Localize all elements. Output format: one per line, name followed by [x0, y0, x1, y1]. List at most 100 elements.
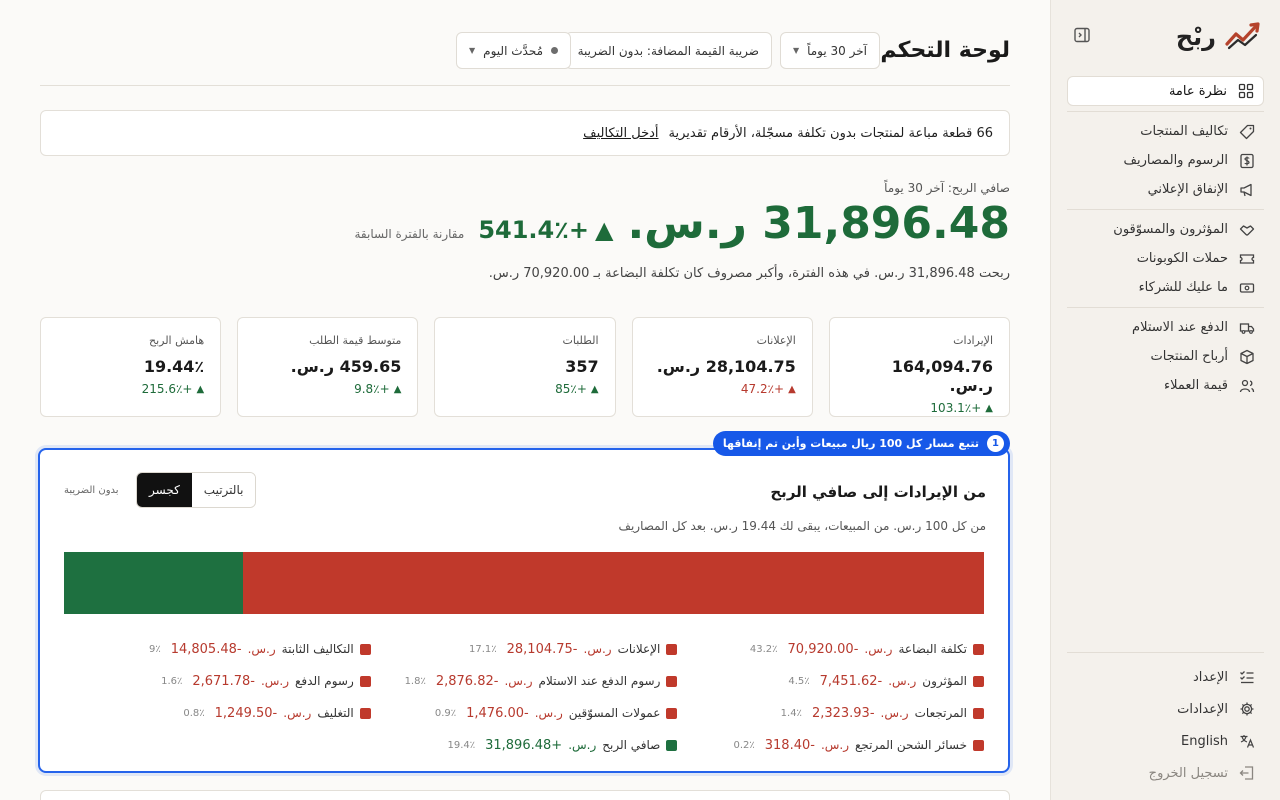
legend-value: -2,671.78	[192, 673, 255, 689]
nav-divider	[1067, 209, 1264, 210]
vat-label: ضريبة القيمة المضافة: بدون الضريبة	[577, 43, 759, 58]
tax-note: بدون الضريبة	[64, 485, 119, 496]
sidebar-bottom-item[interactable]: تسجيل الخروج	[1067, 757, 1264, 789]
vat-select[interactable]: ضريبة القيمة المضافة: بدون الضريبة	[564, 32, 772, 69]
legend-item[interactable]: الإعلانات ر.س. -28,104.75 17.1٪	[371, 642, 678, 657]
sidebar-item[interactable]: قيمة العملاء	[1067, 371, 1264, 400]
missing-costs-notice: 66 قطعة مباعة لمنتجات بدون تكلفة مسجّلة،…	[40, 110, 1010, 156]
revenue-split-bar	[64, 552, 984, 614]
chevron-down-icon: ▼	[469, 46, 476, 55]
notice-text: 66 قطعة مباعة لمنتجات بدون تكلفة مسجّلة،…	[668, 125, 993, 141]
kpi-card[interactable]: الإيرادات 164,094.76 ر.س. ▲ +103.1٪	[828, 317, 1010, 417]
bar-segment[interactable]	[64, 552, 243, 614]
net-profit-value: 31,896.48 ر.س.	[627, 198, 1010, 249]
enter-costs-link[interactable]: أدخل التكاليف	[583, 126, 658, 141]
view-toggle: بالترتيب كجسر	[136, 472, 257, 508]
tour-step-badge[interactable]: 1 تتبع مسار كل 100 ريال مبيعات وأين تم إ…	[712, 431, 1010, 456]
legend-swatch	[666, 707, 678, 719]
net-profit-row: 31,896.48 ر.س. ▲ +541.4٪ مقارنة بالفترة …	[355, 198, 1011, 249]
sidebar-item[interactable]: تكاليف المنتجات	[1067, 117, 1264, 146]
sidebar-nav: نظرة عامة تكاليف المنتجات الرسوم والمصاريف…	[1067, 76, 1264, 400]
legend-currency: ر.س.	[820, 738, 850, 752]
collapse-sidebar-icon[interactable]	[1071, 26, 1091, 46]
dollar-icon	[1238, 152, 1256, 170]
legend-item[interactable]: التغليف ر.س. -1,249.50 0.8٪	[64, 706, 371, 721]
legend-currency: ر.س.	[247, 642, 276, 656]
sidebar-bottom-item[interactable]: English	[1067, 725, 1264, 757]
legend-swatch	[666, 739, 678, 751]
top-bar: لوحة التحكم آخر 30 يوماً ▼ ضريبة القيمة …	[40, 32, 1010, 86]
logout-icon	[1238, 764, 1256, 782]
logo-chart-icon	[1224, 20, 1264, 54]
legend-item[interactable]: عمولات المسوّقين ر.س. -1,476.00 0.9٪	[371, 706, 678, 721]
card-subtitle: من كل 100 ر.س. من المبيعات، يبقى لك 19.4…	[618, 519, 986, 533]
legend-item[interactable]: رسوم الدفع ر.س. -2,671.78 1.6٪	[64, 674, 371, 689]
legend-percent: 0.2٪	[733, 739, 755, 751]
toggle-bridge-button[interactable]: كجسر	[137, 473, 192, 507]
sidebar-item[interactable]: الإنفاق الإعلاني	[1067, 175, 1264, 204]
legend-item[interactable]: صافي الربح ر.س. +31,896.48 19.4٪	[371, 738, 678, 753]
legend-percent: 19.4٪	[447, 739, 476, 751]
updated-label: مُحدَّث اليوم	[483, 43, 543, 58]
legend-currency: ر.س.	[864, 642, 893, 656]
sidebar-item[interactable]: نظرة عامة	[1067, 76, 1264, 106]
legend-item[interactable]: تكلفة البضاعة ر.س. -70,920.00 43.2٪	[677, 642, 984, 657]
sidebar-item[interactable]: الدفع عند الاستلام	[1067, 313, 1264, 342]
legend-item[interactable]: المرتجعات ر.س. -2,323.93 1.4٪	[677, 706, 984, 721]
kpi-card[interactable]: الطلبات 357 ▲ +85٪	[434, 317, 616, 417]
sidebar-item[interactable]: حملات الكوبونات	[1067, 244, 1264, 273]
sidebar-item[interactable]: ما عليك للشركاء	[1067, 273, 1264, 302]
legend-value: -2,876.82	[435, 673, 499, 689]
toggle-ordered-button[interactable]: بالترتيب	[191, 473, 256, 507]
sidebar-item[interactable]: الرسوم والمصاريف	[1067, 146, 1264, 175]
legend-currency: ر.س.	[880, 706, 909, 720]
legend-item[interactable]: خسائر الشحن المرتجع ر.س. -318.40 0.2٪	[677, 738, 984, 753]
breakdown-legend: تكلفة البضاعة ر.س. -70,920.00 43.2٪ الإعلانا…	[64, 633, 984, 761]
legend-item[interactable]: التكاليف الثابتة ر.س. -14,805.48 9٪	[64, 642, 371, 657]
legend-item[interactable]: رسوم الدفع عند الاستلام ر.س. -2,876.82 1.8٪	[371, 674, 678, 689]
legend-name: خسائر الشحن المرتجع	[855, 738, 967, 752]
cash-icon	[1238, 279, 1256, 297]
handshake-icon	[1238, 221, 1256, 239]
legend-percent: 0.8٪	[183, 707, 205, 719]
legend-item[interactable]: المؤثرون ر.س. -7,451.62 4.5٪	[677, 674, 984, 689]
kpi-value: 459.65 ر.س.	[290, 357, 402, 376]
net-profit-label: صافي الربح: آخر 30 يوماً	[884, 181, 1010, 195]
brand-name: ربْح	[1175, 23, 1216, 51]
legend-percent: 0.9٪	[434, 707, 457, 719]
kpi-card[interactable]: هامش الربح 19.44٪ ▲ +215.6٪	[39, 317, 222, 417]
legend-name: عمولات المسوّقين	[568, 706, 661, 720]
legend-value: -28,104.75	[506, 641, 578, 657]
sidebar-item-label: الإعداد	[1192, 669, 1228, 685]
triangle-up-icon: ▲	[196, 383, 205, 395]
kpi-delta-value: +215.6٪	[141, 382, 193, 396]
sidebar-item[interactable]: أرباح المنتجات	[1067, 342, 1264, 371]
triangle-up-icon: ▲	[594, 216, 614, 244]
legend-currency: ر.س.	[568, 738, 597, 752]
legend-currency: ر.س.	[504, 674, 533, 688]
legend-swatch	[666, 675, 678, 687]
megaphone-icon	[1238, 181, 1256, 199]
legend-value: +31,896.48	[485, 737, 563, 753]
kpi-delta: ▲ +215.6٪	[57, 382, 205, 396]
legend-value: -1,476.00	[466, 705, 529, 721]
period-select[interactable]: آخر 30 يوماً ▼	[779, 32, 880, 69]
legend-row: تكلفة البضاعة ر.س. -70,920.00 43.2٪ الإعلانا…	[64, 633, 984, 665]
bar-segment[interactable]	[242, 552, 984, 614]
sidebar-item[interactable]: المؤثرون والمسوّقون	[1067, 215, 1264, 244]
sidebar-bottom-item[interactable]: الإعدادات	[1067, 693, 1264, 725]
kpi-label: الإعلانات	[756, 334, 796, 347]
kpi-card[interactable]: الإعلانات 28,104.75 ر.س. ▲ +47.2٪	[631, 317, 813, 417]
legend-value: -2,323.93	[811, 705, 875, 721]
sidebar-item-label: المؤثرون والمسوّقون	[1113, 222, 1228, 237]
kpi-value: 19.44٪	[143, 357, 205, 376]
brand[interactable]: ربْح	[1176, 20, 1264, 54]
kpi-label: متوسط قيمة الطلب	[309, 334, 402, 347]
kpi-label: هامش الربح	[148, 334, 205, 347]
sidebar-item-label: ما عليك للشركاء	[1138, 280, 1228, 295]
kpi-card[interactable]: متوسط قيمة الطلب 459.65 ر.س. ▲ +9.8٪	[237, 317, 419, 417]
legend-percent: 43.2٪	[749, 643, 778, 655]
updated-select[interactable]: مُحدَّث اليوم ▼	[456, 32, 571, 69]
legend-name: التكاليف الثابتة	[281, 642, 354, 656]
sidebar-bottom-item[interactable]: الإعداد	[1067, 661, 1264, 693]
